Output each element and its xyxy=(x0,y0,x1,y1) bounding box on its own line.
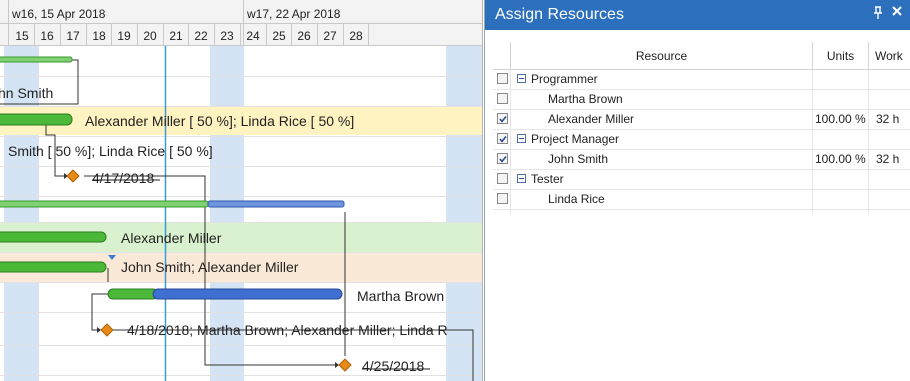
assign-checkbox[interactable] xyxy=(497,93,508,104)
resource-row[interactable]: Linda Rice xyxy=(493,190,910,210)
task-bar[interactable] xyxy=(152,288,343,300)
resource-group-name: Tester xyxy=(531,172,564,186)
assign-checkbox[interactable] xyxy=(497,153,508,164)
week-label: w17, 22 Apr 2018 xyxy=(247,7,341,21)
weekend-column xyxy=(446,46,483,381)
summary-bar[interactable] xyxy=(0,200,209,208)
day-label: 28 xyxy=(349,29,363,43)
check-icon xyxy=(499,116,507,123)
assign-checkbox[interactable] xyxy=(497,133,508,144)
collapse-icon[interactable] xyxy=(517,134,526,143)
milestone-diamond[interactable] xyxy=(66,169,80,183)
collapse-icon[interactable] xyxy=(517,74,526,83)
task-resource-label: Alexander Miller xyxy=(121,230,222,246)
task-bar[interactable] xyxy=(0,231,107,243)
day-label: 18 xyxy=(92,29,106,43)
column-header-resource[interactable]: Resource xyxy=(511,42,813,70)
assign-checkbox[interactable] xyxy=(497,113,508,124)
day-label: 21 xyxy=(169,29,183,43)
milestone-diamond[interactable] xyxy=(338,358,352,372)
day-label: 19 xyxy=(117,29,131,43)
column-header-work[interactable]: Work xyxy=(869,42,910,70)
task-bar[interactable] xyxy=(0,113,73,126)
summary-bar[interactable] xyxy=(207,200,345,208)
resource-table[interactable]: Resource Units Work Programmer Martha Bro… xyxy=(493,42,910,214)
day-label: 16 xyxy=(40,29,54,43)
assign-checkbox[interactable] xyxy=(497,73,508,84)
week-label: w16, 15 Apr 2018 xyxy=(12,7,106,21)
day-label: 26 xyxy=(297,29,311,43)
day-label: 15 xyxy=(15,29,29,43)
resource-group-row[interactable]: Project Manager xyxy=(493,130,910,150)
gantt-chart[interactable]: w16, 15 Apr 2018 w17, 22 Apr 2018 15 16 17… xyxy=(0,0,483,381)
milestone-label: 4/18/2018; Martha Brown; Alexander Mille… xyxy=(127,322,448,338)
resource-row[interactable]: John Smith 100.00 % 32 h xyxy=(493,150,910,170)
resource-row[interactable]: Martha Brown xyxy=(493,90,910,110)
task-resource-label: Smith [ 50 %]; Linda Rice [ 50 %] xyxy=(8,143,213,159)
panel-title-bar: Assign Resources xyxy=(485,0,910,30)
day-label: 24 xyxy=(246,29,260,43)
task-bar[interactable] xyxy=(0,261,107,273)
task-resource-label: Martha Brown xyxy=(357,288,445,304)
resource-group-name: Programmer xyxy=(531,72,598,86)
resource-units[interactable]: 100.00 % xyxy=(815,150,866,169)
column-header-check xyxy=(493,42,511,70)
assign-resources-panel: Assign Resources Resource Units Work Pro… xyxy=(484,0,910,381)
resource-row[interactable]: Alexander Miller 100.00 % 32 h xyxy=(493,110,910,130)
resource-units[interactable]: 100.00 % xyxy=(815,110,866,129)
milestone-label: 4/25/2018 xyxy=(362,358,425,374)
check-icon xyxy=(499,156,507,163)
assign-checkbox[interactable] xyxy=(497,173,508,184)
resource-work[interactable]: 32 h xyxy=(876,150,899,169)
day-label: 27 xyxy=(323,29,337,43)
day-label: 25 xyxy=(272,29,286,43)
resource-name: John Smith xyxy=(548,152,609,166)
task-bar-progress[interactable] xyxy=(107,288,159,300)
day-label: 22 xyxy=(194,29,208,43)
pin-icon[interactable] xyxy=(871,6,885,22)
resource-group-row[interactable]: Programmer xyxy=(493,70,910,90)
task-bar[interactable] xyxy=(0,56,73,63)
resource-name: Alexander Miller xyxy=(548,112,635,126)
milestone-label: 4/17/2018 xyxy=(92,170,155,186)
milestone-diamond[interactable] xyxy=(100,323,114,337)
resource-name: Linda Rice xyxy=(548,192,605,206)
day-label: 23 xyxy=(220,29,234,43)
panel-title: Assign Resources xyxy=(495,6,624,23)
column-header-units[interactable]: Units xyxy=(813,42,869,70)
resource-work[interactable]: 32 h xyxy=(876,110,899,129)
collapse-icon[interactable] xyxy=(517,174,526,183)
close-icon[interactable] xyxy=(889,4,905,22)
task-resource-label: John Smith; Alexander Miller xyxy=(121,259,299,275)
check-icon xyxy=(499,136,507,143)
task-resource-label: Alexander Miller [ 50 %]; Linda Rice [ 5… xyxy=(85,113,355,129)
resource-name: Martha Brown xyxy=(548,92,623,106)
resource-group-row[interactable]: Tester xyxy=(493,170,910,190)
assign-checkbox[interactable] xyxy=(497,193,508,204)
day-label: 17 xyxy=(66,29,80,43)
task-resource-label: hn Smith xyxy=(0,85,54,101)
day-label: 20 xyxy=(143,29,157,43)
resource-group-name: Project Manager xyxy=(531,132,620,146)
